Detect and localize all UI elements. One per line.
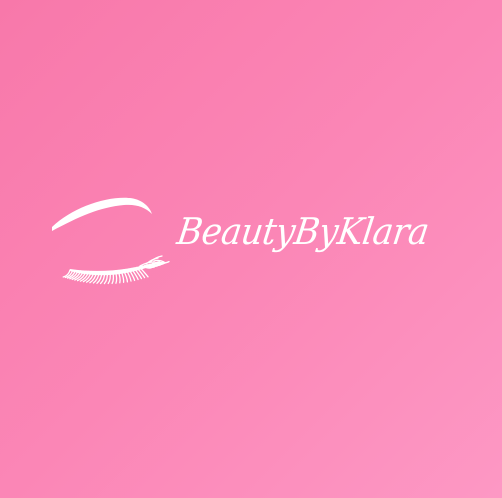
eyelash xyxy=(114,270,118,284)
brand-name: BeautyByKlara xyxy=(174,210,432,254)
eyebrow-shape xyxy=(52,197,152,231)
eyelashes xyxy=(62,255,170,285)
brand-logo: BeautyByKlara xyxy=(0,0,502,498)
